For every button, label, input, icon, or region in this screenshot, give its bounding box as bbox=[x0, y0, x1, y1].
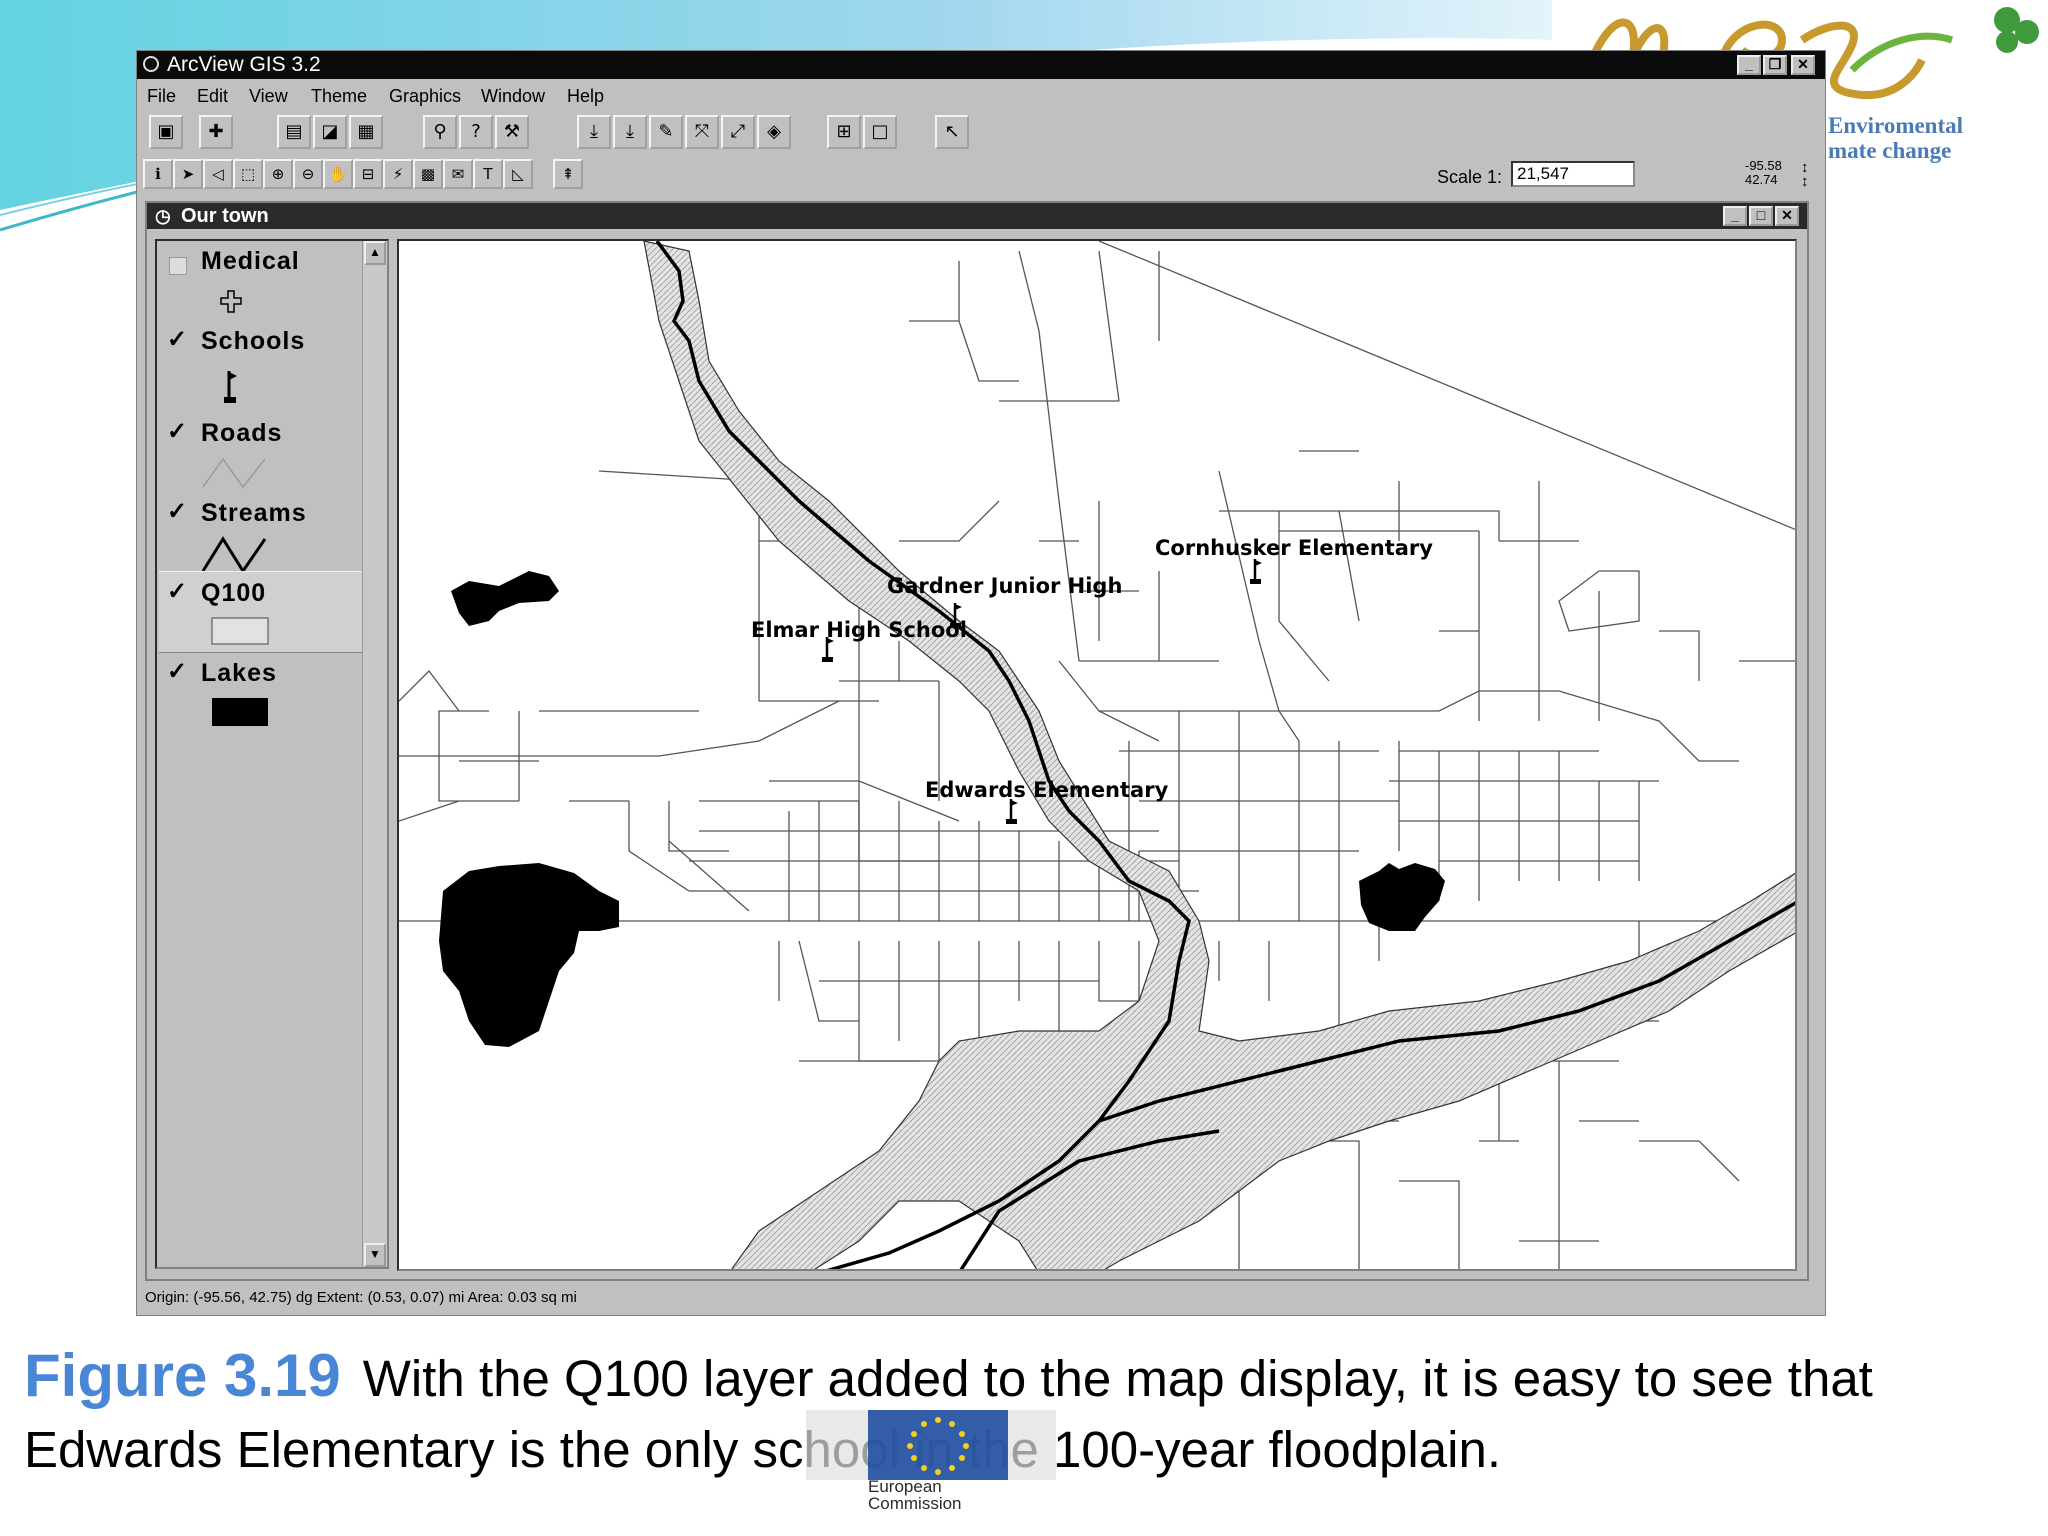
view-title: Our town bbox=[181, 205, 269, 227]
coordinate-readout: -95.58 42.74 bbox=[1745, 159, 1782, 187]
pan-icon[interactable]: ✋ bbox=[323, 159, 353, 189]
toc-scrollbar[interactable]: ▲ ▼ bbox=[362, 241, 387, 1267]
zoom-in-icon[interactable]: ⊕ bbox=[263, 159, 293, 189]
streams-line-symbol bbox=[201, 536, 267, 574]
figure-number: Figure 3.19 bbox=[24, 1342, 341, 1409]
school-flag-icon bbox=[224, 371, 237, 403]
view-titlebar: ◷ Our town _ □ ✕ bbox=[147, 203, 1807, 229]
lakes-checkbox[interactable]: ✓ bbox=[167, 657, 187, 686]
open-theme-table-icon[interactable]: ▦ bbox=[349, 115, 383, 149]
menu-help[interactable]: Help bbox=[567, 86, 604, 107]
help-pointer-icon[interactable]: ↖ bbox=[935, 115, 969, 149]
app-titlebar: ArcView GIS 3.2 _ ❐ ✕ bbox=[137, 51, 1825, 79]
map-display[interactable]: Cornhusker Elementary Gardner Junior Hig… bbox=[397, 239, 1797, 1271]
menu-view[interactable]: View bbox=[249, 86, 288, 107]
identify-icon[interactable]: ℹ bbox=[143, 159, 173, 189]
logo-line1: Enviromental bbox=[1828, 113, 1964, 138]
table-of-contents: Medical ✓ Schools ✓ Roads ✓ Streams ✓ Q1… bbox=[155, 239, 389, 1269]
label-edwards: Edwards Elementary bbox=[925, 778, 1169, 802]
school-flag-icon bbox=[1006, 799, 1018, 824]
zoom-active-themes-icon[interactable]: ⤓ bbox=[613, 115, 647, 149]
edit-legend-icon[interactable]: ◪ bbox=[313, 115, 347, 149]
q100-checkbox[interactable]: ✓ bbox=[167, 577, 187, 606]
draw-icon[interactable]: ◺ bbox=[503, 159, 533, 189]
arcview-window: ArcView GIS 3.2 _ ❐ ✕ File Edit View The… bbox=[136, 50, 1826, 1316]
eu-flag-logo bbox=[806, 1410, 1056, 1480]
theme-properties-icon[interactable]: ▤ bbox=[277, 115, 311, 149]
zoom-out-center-icon[interactable]: ⤢ bbox=[721, 115, 755, 149]
select-feature-icon[interactable]: ⬚ bbox=[233, 159, 263, 189]
view-icon: ◷ bbox=[155, 206, 171, 226]
roads-line-symbol bbox=[202, 457, 266, 489]
minimize-button[interactable]: _ bbox=[1737, 55, 1761, 75]
locate-address-icon[interactable]: ? bbox=[459, 115, 493, 149]
lakes-fill-symbol bbox=[212, 698, 268, 726]
find-icon[interactable]: ⚲ bbox=[423, 115, 457, 149]
layer-roads-label[interactable]: Roads bbox=[201, 419, 282, 448]
eu-line2: Commission bbox=[868, 1494, 962, 1513]
label-cornhusker: Cornhusker Elementary bbox=[1155, 536, 1433, 560]
q100-fill-symbol bbox=[211, 617, 269, 645]
scale-label: Scale 1: bbox=[1437, 167, 1503, 187]
pointer-icon[interactable]: ➤ bbox=[173, 159, 203, 189]
query-builder-icon[interactable]: ⚒ bbox=[495, 115, 529, 149]
coord-x: -95.58 bbox=[1745, 158, 1782, 173]
text-icon[interactable]: T bbox=[473, 159, 503, 189]
save-project-icon[interactable]: ▣ bbox=[149, 115, 183, 149]
layer-schools-label[interactable]: Schools bbox=[201, 327, 305, 356]
q100-floodplain bbox=[643, 241, 1795, 1269]
map-canvas[interactable]: Cornhusker Elementary Gardner Junior Hig… bbox=[399, 241, 1797, 1271]
measure-icon[interactable]: ⊟ bbox=[353, 159, 383, 189]
coord-arrows-icon: ↕ ↕ bbox=[1801, 159, 1809, 190]
streams-checkbox[interactable]: ✓ bbox=[167, 497, 187, 526]
snap-icon[interactable]: ⇞ bbox=[553, 159, 583, 189]
scroll-down-icon[interactable]: ▼ bbox=[364, 1243, 386, 1267]
school-flag-icon bbox=[1250, 559, 1262, 584]
menu-bar: File Edit View Theme Graphics Window Hel… bbox=[137, 83, 1825, 109]
label-elmar: Elmar High School bbox=[751, 618, 967, 642]
zoom-previous-icon[interactable]: ◈ bbox=[757, 115, 791, 149]
status-bar: Origin: (-95.56, 42.75) dg Extent: (0.53… bbox=[145, 1289, 577, 1306]
select-features-icon[interactable]: ⊞ bbox=[827, 115, 861, 149]
layer-medical-label[interactable]: Medical bbox=[201, 247, 300, 276]
eu-commission-text: European Commission bbox=[868, 1478, 1028, 1512]
menu-edit[interactable]: Edit bbox=[197, 86, 228, 107]
area-of-interest-icon[interactable]: ▩ bbox=[413, 159, 443, 189]
clear-selection-icon[interactable]: □ bbox=[863, 115, 897, 149]
label-gardner: Gardner Junior High bbox=[887, 574, 1122, 598]
view-minimize-button[interactable]: _ bbox=[1723, 206, 1747, 226]
close-button[interactable]: ✕ bbox=[1791, 55, 1815, 75]
zoom-full-extent-icon[interactable]: ⤓ bbox=[577, 115, 611, 149]
restore-button[interactable]: ❐ bbox=[1763, 55, 1787, 75]
coord-y: 42.74 bbox=[1745, 172, 1778, 187]
medical-cross-icon bbox=[220, 290, 242, 313]
schools-checkbox[interactable]: ✓ bbox=[167, 325, 187, 354]
view-window: ◷ Our town _ □ ✕ Medical ✓ Schools ✓ Roa… bbox=[145, 201, 1809, 1281]
medical-checkbox[interactable] bbox=[169, 257, 187, 275]
app-icon bbox=[143, 56, 159, 72]
hotlink-icon[interactable]: ⚡ bbox=[383, 159, 413, 189]
layer-q100-label[interactable]: Q100 bbox=[201, 579, 266, 608]
scale-input[interactable]: 21,547 bbox=[1511, 161, 1635, 187]
add-theme-icon[interactable]: ✚ bbox=[199, 115, 233, 149]
scroll-up-icon[interactable]: ▲ bbox=[364, 241, 386, 265]
view-maximize-button[interactable]: □ bbox=[1749, 206, 1773, 226]
layer-streams-label[interactable]: Streams bbox=[201, 499, 307, 528]
menu-graphics[interactable]: Graphics bbox=[389, 86, 461, 107]
menu-theme[interactable]: Theme bbox=[311, 86, 367, 107]
zoom-out-icon[interactable]: ⊖ bbox=[293, 159, 323, 189]
menu-file[interactable]: File bbox=[147, 86, 176, 107]
button-bar: ▣ ✚ ▤ ◪ ▦ ⚲ ? ⚒ ⤓ ⤓ ✎ ⤧ ⤢ ◈ ⊞ □ ↖ bbox=[143, 115, 1819, 153]
view-close-button[interactable]: ✕ bbox=[1775, 206, 1799, 226]
logo-line2: mate change bbox=[1828, 138, 1952, 163]
zoom-in-center-icon[interactable]: ⤧ bbox=[685, 115, 719, 149]
vertex-edit-icon[interactable]: ◁ bbox=[203, 159, 233, 189]
roads-checkbox[interactable]: ✓ bbox=[167, 417, 187, 446]
app-title: ArcView GIS 3.2 bbox=[167, 53, 321, 76]
eu-line1: European bbox=[868, 1477, 942, 1496]
label-icon[interactable]: ✉ bbox=[443, 159, 473, 189]
zoom-selected-icon[interactable]: ✎ bbox=[649, 115, 683, 149]
menu-window[interactable]: Window bbox=[481, 86, 545, 107]
layer-lakes-label[interactable]: Lakes bbox=[201, 659, 277, 688]
